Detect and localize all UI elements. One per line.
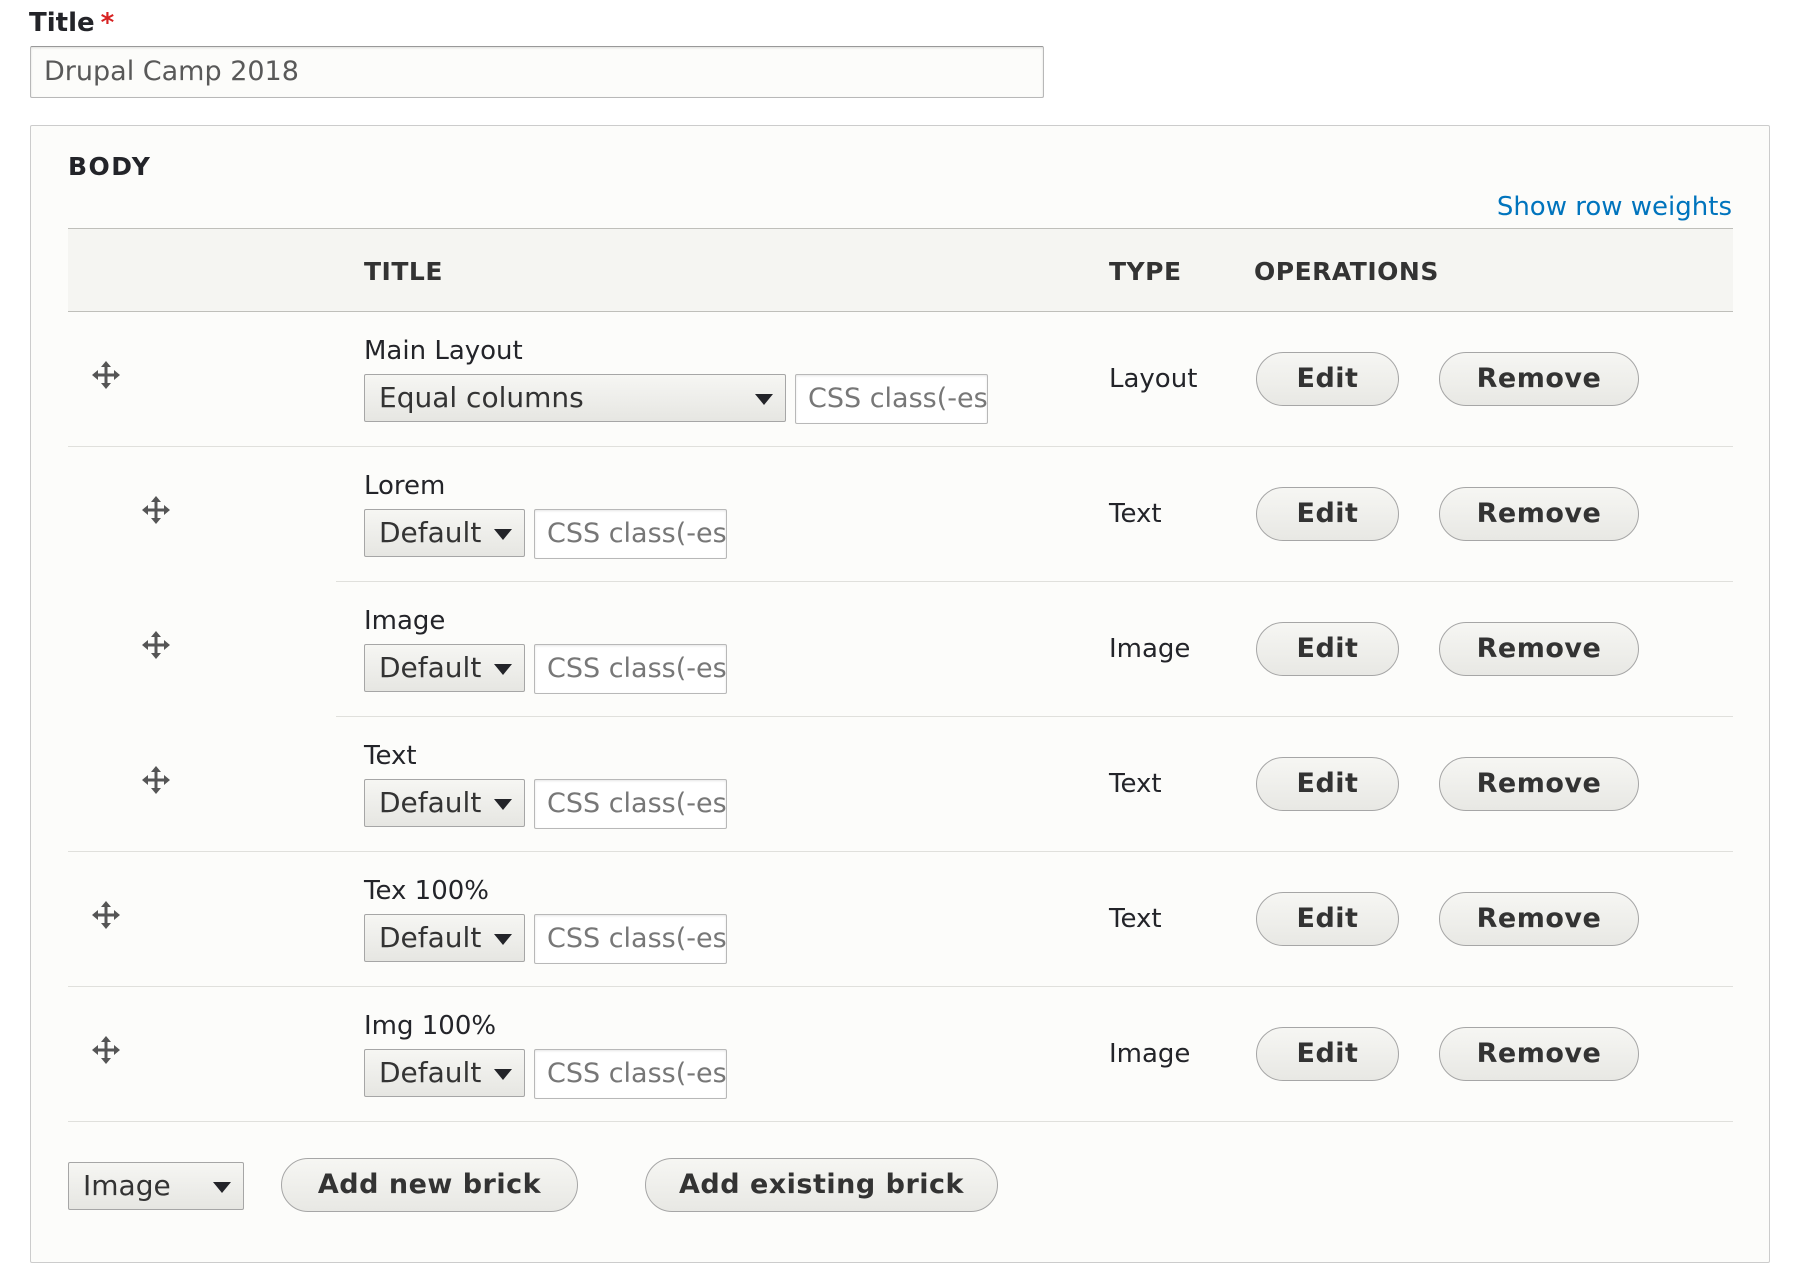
add-new-brick-button[interactable]: Add new brick <box>281 1158 578 1212</box>
view-mode-select-value: Default <box>379 921 482 954</box>
brick-type: Image <box>1109 634 1191 664</box>
view-mode-select[interactable]: Default <box>364 914 525 962</box>
view-mode-select-value: Default <box>379 1056 482 1089</box>
title-label-text: Title <box>29 8 95 38</box>
triangle-down-icon <box>494 664 512 675</box>
view-mode-select[interactable]: Equal columns <box>364 374 786 422</box>
triangle-down-icon <box>494 529 512 540</box>
css-class-input[interactable]: CSS class(-es <box>795 374 988 424</box>
title-field-label: Title * <box>29 8 114 38</box>
remove-button[interactable]: Remove <box>1439 622 1639 676</box>
table-row: Main Layout Equal columns CSS class(-es Lay… <box>68 312 1733 447</box>
brick-type: Text <box>1109 769 1162 799</box>
triangle-down-icon <box>494 1069 512 1080</box>
edit-button[interactable]: Edit <box>1256 892 1399 946</box>
remove-button[interactable]: Remove <box>1439 892 1639 946</box>
css-class-input[interactable]: CSS class(-es <box>534 914 727 964</box>
add-existing-brick-button[interactable]: Add existing brick <box>645 1158 998 1212</box>
edit-button[interactable]: Edit <box>1256 352 1399 406</box>
brick-type: Text <box>1109 499 1162 529</box>
brick-type: Text <box>1109 904 1162 934</box>
table-header: TITLE TYPE OPERATIONS <box>68 228 1733 312</box>
row-divider <box>68 1121 1733 1122</box>
remove-button[interactable]: Remove <box>1439 487 1639 541</box>
table-row: Image Default CSS class(-es Image Edit Remove <box>68 582 1733 717</box>
brick-title: Image <box>364 606 446 636</box>
move-arrows-icon[interactable] <box>141 765 171 795</box>
brick-title: Main Layout <box>364 336 523 366</box>
brick-type-select[interactable]: Image <box>68 1162 244 1210</box>
css-class-input[interactable]: CSS class(-es <box>534 509 727 559</box>
title-input[interactable]: Drupal Camp 2018 <box>30 46 1044 98</box>
view-mode-select-value: Default <box>379 651 482 684</box>
brick-title: Lorem <box>364 471 446 501</box>
table-row: Img 100% Default CSS class(-es Image Edit Rem… <box>68 987 1733 1122</box>
table-footer: Image Add new brick Add existing brick <box>68 1158 1733 1222</box>
view-mode-select-value: Equal columns <box>379 381 584 414</box>
view-mode-select-value: Default <box>379 516 482 549</box>
edit-button[interactable]: Edit <box>1256 757 1399 811</box>
triangle-down-icon <box>755 394 773 405</box>
triangle-down-icon <box>494 799 512 810</box>
body-fieldset: BODY Show row weights TITLE TYPE OPERATI… <box>30 125 1770 1263</box>
brick-type: Layout <box>1109 364 1198 394</box>
remove-button[interactable]: Remove <box>1439 757 1639 811</box>
edit-button[interactable]: Edit <box>1256 622 1399 676</box>
view-mode-select[interactable]: Default <box>364 779 525 827</box>
table-row: Text Default CSS class(-es Text Edit Remove <box>68 717 1733 852</box>
brick-title: Img 100% <box>364 1011 497 1041</box>
view-mode-select[interactable]: Default <box>364 509 525 557</box>
move-arrows-icon[interactable] <box>91 900 121 930</box>
table-body: Main Layout Equal columns CSS class(-es Lay… <box>68 312 1733 1122</box>
css-class-input[interactable]: CSS class(-es <box>534 644 727 694</box>
brick-title: Tex 100% <box>364 876 489 906</box>
view-mode-select[interactable]: Default <box>364 644 525 692</box>
bricks-table: TITLE TYPE OPERATIONS Main Layout Equal c… <box>68 228 1733 1122</box>
move-arrows-icon[interactable] <box>91 360 121 390</box>
required-marker: * <box>100 8 115 38</box>
edit-button[interactable]: Edit <box>1256 1027 1399 1081</box>
brick-type: Image <box>1109 1039 1191 1069</box>
move-arrows-icon[interactable] <box>91 1035 121 1065</box>
triangle-down-icon <box>213 1182 231 1193</box>
css-class-input[interactable]: CSS class(-es <box>534 1049 727 1099</box>
view-mode-select-value: Default <box>379 786 482 819</box>
move-arrows-icon[interactable] <box>141 630 171 660</box>
remove-button[interactable]: Remove <box>1439 1027 1639 1081</box>
remove-button[interactable]: Remove <box>1439 352 1639 406</box>
triangle-down-icon <box>494 934 512 945</box>
move-arrows-icon[interactable] <box>141 495 171 525</box>
brick-type-select-value: Image <box>83 1169 171 1202</box>
column-header-type: TYPE <box>1109 257 1182 286</box>
edit-button[interactable]: Edit <box>1256 487 1399 541</box>
column-header-title: TITLE <box>364 257 443 286</box>
fieldset-legend: BODY <box>68 152 152 181</box>
column-header-operations: OPERATIONS <box>1254 257 1439 286</box>
view-mode-select[interactable]: Default <box>364 1049 525 1097</box>
table-row: Lorem Default CSS class(-es Text Edit Remove <box>68 447 1733 582</box>
css-class-input[interactable]: CSS class(-es <box>534 779 727 829</box>
table-row: Tex 100% Default CSS class(-es Text Edit Remo… <box>68 852 1733 987</box>
show-row-weights-link[interactable]: Show row weights <box>1497 192 1732 222</box>
brick-title: Text <box>364 741 417 771</box>
